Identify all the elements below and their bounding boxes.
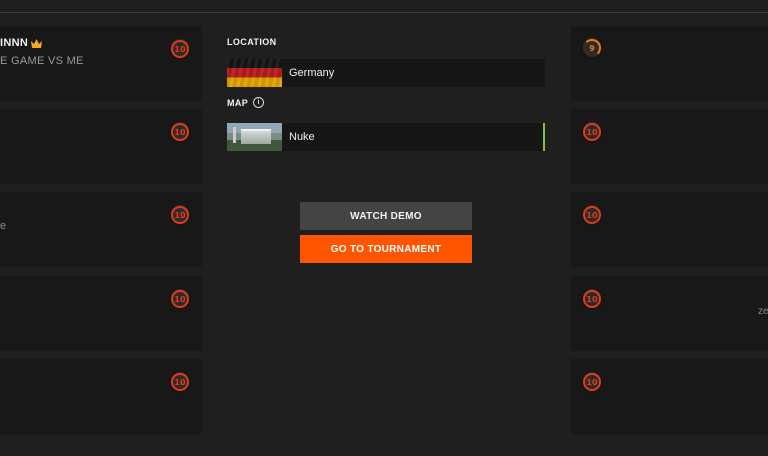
left-player-card[interactable]: e 10 <box>0 192 202 267</box>
crown-icon <box>31 38 43 48</box>
skill-level-badge: 10 <box>169 288 191 310</box>
left-player-card[interactable]: INNN E GAME VS ME 10 <box>0 26 202 101</box>
left-player-card[interactable]: 10 <box>0 276 202 351</box>
player-tagline: e <box>0 220 7 232</box>
map-thumbnail <box>227 123 282 151</box>
watch-demo-button[interactable]: WATCH DEMO <box>300 202 472 230</box>
location-label: LOCATION <box>227 37 277 47</box>
location-value: Germany <box>289 67 335 79</box>
right-player-card[interactable]: 10 <box>571 192 768 267</box>
go-to-tournament-button[interactable]: GO TO TOURNAMENT <box>300 235 472 263</box>
skill-level-badge: 10 <box>581 204 603 226</box>
player-tagline: E GAME VS ME <box>0 55 84 67</box>
skill-level-badge: 10 <box>581 371 603 393</box>
top-divider <box>0 12 768 13</box>
right-player-card[interactable]: 10 <box>571 359 768 434</box>
germany-flag-icon <box>227 59 282 87</box>
player-name: INNN <box>0 37 43 49</box>
right-player-card[interactable]: 9 <box>571 26 768 101</box>
info-icon[interactable]: i <box>253 97 265 108</box>
right-player-card[interactable]: 10 <box>571 109 768 184</box>
player-tagline: ze <box>758 306 768 317</box>
right-player-card[interactable]: 10 ze <box>571 276 768 351</box>
map-value: Nuke <box>289 131 315 143</box>
left-player-card[interactable]: 10 <box>0 359 202 434</box>
skill-level-badge: 10 <box>169 204 191 226</box>
skill-level-badge: 10 <box>169 371 191 393</box>
skill-level-badge: 10 <box>581 121 603 143</box>
map-label: MAP i <box>227 97 265 108</box>
skill-level-badge: 10 <box>169 38 191 60</box>
map-row[interactable]: Nuke <box>227 123 545 151</box>
skill-level-badge: 10 <box>581 288 603 310</box>
location-row: Germany <box>227 59 545 87</box>
left-player-card[interactable]: 10 <box>0 109 202 184</box>
skill-level-badge: 9 <box>581 37 603 59</box>
match-info-panel: LOCATION Germany MAP i Nuke WATCH DEMO G… <box>218 26 561 436</box>
skill-level-badge: 10 <box>169 121 191 143</box>
